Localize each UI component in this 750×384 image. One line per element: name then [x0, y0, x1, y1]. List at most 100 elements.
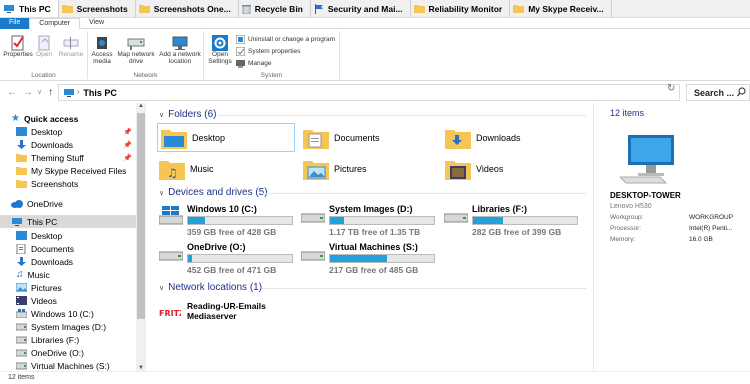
- quick-tab-this-pc[interactable]: This PC: [0, 0, 59, 17]
- sidebar-item-drive-s[interactable]: Virtual Machines (S:): [16, 359, 136, 371]
- manage-icon: [236, 60, 245, 68]
- scroll-up-icon[interactable]: ▲: [136, 103, 146, 109]
- sidebar-item-drive-f[interactable]: Libraries (F:): [16, 333, 136, 346]
- drives-header[interactable]: ∨ Devices and drives (5): [159, 187, 268, 198]
- detail-key: Workgroup:: [610, 214, 644, 221]
- sidebar-item-onedrive[interactable]: OneDrive: [11, 197, 147, 210]
- folder-music[interactable]: ♫ Music: [159, 154, 214, 183]
- gear-icon: [212, 35, 228, 51]
- sidebar-item-downloads[interactable]: Downloads 📌: [16, 138, 136, 151]
- sidebar-label: Desktop: [31, 230, 63, 241]
- sidebar-label: Pictures: [31, 282, 62, 293]
- sidebar-item-videos[interactable]: Videos: [16, 294, 136, 307]
- map-network-drive-button[interactable]: Map network drive: [115, 34, 157, 66]
- forward-icon[interactable]: →: [23, 87, 33, 98]
- tab-view[interactable]: View: [80, 18, 113, 29]
- tab-file[interactable]: File: [0, 18, 30, 29]
- pictures-icon: [16, 283, 27, 292]
- sidebar-label: Downloads: [31, 139, 74, 150]
- pin-icon[interactable]: 📌: [123, 141, 132, 149]
- quick-tab-reliability-monitor[interactable]: Reliability Monitor: [411, 0, 511, 17]
- drive-usage-bar: [329, 216, 435, 225]
- sidebar-item-skype-received[interactable]: My Skype Received Files: [16, 164, 136, 177]
- uninstall-program-button[interactable]: Uninstall or change a program: [236, 35, 335, 44]
- sidebar-item-drive-d[interactable]: System Images (D:): [16, 320, 136, 333]
- sidebar-item-music[interactable]: ♫ Music: [16, 268, 136, 281]
- tab-computer[interactable]: Computer: [29, 18, 81, 29]
- sidebar-item-pictures[interactable]: Pictures: [16, 281, 136, 294]
- quick-tab-recycle-bin[interactable]: Recycle Bin: [239, 0, 311, 17]
- sidebar-item-pc-downloads[interactable]: Downloads: [16, 255, 136, 268]
- detail-key: Memory:: [610, 236, 636, 243]
- drive-o[interactable]: OneDrive (O:) 452 GB free of 471 GB: [159, 242, 293, 275]
- folders-header[interactable]: ∨ Folders (6): [159, 109, 216, 120]
- address-bar-row: ← → ∨ ↑ › This PC ↻: [0, 81, 750, 103]
- folder-downloads[interactable]: Downloads: [445, 123, 521, 152]
- checkmark-icon: [236, 47, 245, 56]
- sidebar-item-quick-access[interactable]: ★ Quick access: [11, 112, 147, 125]
- sidebar-label: OneDrive (O:): [31, 347, 84, 358]
- refresh-icon[interactable]: ↻: [667, 83, 675, 94]
- sidebar-item-this-pc[interactable]: This PC: [0, 215, 136, 228]
- sidebar-item-drive-o[interactable]: OneDrive (O:): [16, 346, 136, 359]
- drive-c[interactable]: Windows 10 (C:) 359 GB free of 428 GB: [159, 204, 293, 237]
- sidebar-item-documents[interactable]: Documents: [16, 242, 136, 255]
- group-label-location: Location: [31, 72, 56, 79]
- sidebar-item-pc-desktop[interactable]: Desktop: [16, 229, 136, 242]
- drive-s[interactable]: Virtual Machines (S:) 217 GB free of 485…: [301, 242, 435, 275]
- quick-tab-label: Reliability Monitor: [428, 3, 503, 14]
- quick-tab-security-maintenance[interactable]: Security and Mai...: [311, 0, 411, 17]
- quick-tab-label: Screenshots: [76, 3, 128, 14]
- network-header[interactable]: ∨ Network locations (1): [159, 282, 262, 293]
- open-settings-button[interactable]: Open Settings: [206, 34, 234, 66]
- quick-tab-skype-received[interactable]: My Skype Receiv...: [510, 0, 612, 17]
- sidebar-item-drive-c[interactable]: Windows 10 (C:): [16, 307, 136, 320]
- properties-button[interactable]: Properties: [3, 34, 33, 59]
- star-icon: ★: [11, 113, 20, 124]
- sidebar-label: This PC: [27, 216, 58, 227]
- system-properties-button[interactable]: System properties: [236, 47, 300, 56]
- collapse-chevron-icon: ∨: [159, 284, 165, 292]
- address-field[interactable]: › This PC: [58, 84, 680, 101]
- folder-pictures[interactable]: Pictures: [303, 154, 367, 183]
- add-network-location-button[interactable]: Add a network location: [157, 34, 203, 66]
- rename-button[interactable]: Rename: [57, 34, 85, 59]
- pin-icon[interactable]: 📌: [123, 128, 132, 136]
- open-button[interactable]: Open: [34, 34, 54, 59]
- scrollbar-thumb[interactable]: [137, 113, 145, 319]
- quick-tab-screenshots[interactable]: Screenshots: [59, 0, 136, 17]
- folder-videos[interactable]: Videos: [445, 154, 503, 183]
- uninstall-label: Uninstall or change a program: [248, 36, 336, 43]
- recent-chevron-icon[interactable]: ∨: [37, 88, 42, 96]
- sidebar-item-theming-stuff[interactable]: Theming Stuff 📌: [16, 151, 136, 164]
- path-text: This PC: [83, 87, 117, 98]
- drive-icon: [444, 213, 468, 223]
- access-media-button[interactable]: Access media: [90, 34, 114, 66]
- ribbon-group-network: Access media Map network drive Add a net…: [88, 31, 204, 79]
- quick-tab-label: Recycle Bin: [254, 3, 303, 14]
- windows-drive-icon: [159, 206, 183, 225]
- manage-label: Manage: [248, 60, 272, 67]
- search-input[interactable]: Search ...: [686, 84, 750, 101]
- search-icon: [737, 87, 746, 97]
- sidebar-item-screenshots[interactable]: Screenshots: [16, 177, 136, 190]
- drive-f[interactable]: Libraries (F:) 282 GB free of 399 GB: [444, 204, 578, 237]
- manage-button[interactable]: Manage: [236, 59, 272, 68]
- detail-value: WORKGROUP: [689, 214, 734, 221]
- group-label-network: Network: [133, 72, 158, 79]
- network-location-item[interactable]: FRITZ! Reading-UR-Emails Mediaserver: [159, 301, 297, 323]
- status-bar: 12 items: [0, 371, 750, 384]
- properties-icon: [11, 35, 24, 51]
- sidebar-item-desktop[interactable]: Desktop 📌: [16, 125, 136, 138]
- pin-icon[interactable]: 📌: [123, 154, 132, 162]
- back-icon[interactable]: ←: [7, 87, 17, 98]
- folder-documents[interactable]: Documents: [303, 123, 380, 152]
- sidebar-scrollbar[interactable]: ▲ ▼: [136, 103, 146, 371]
- divider: [218, 115, 586, 116]
- folder-desktop[interactable]: Desktop: [157, 123, 295, 152]
- up-icon[interactable]: ↑: [48, 87, 53, 98]
- drive-d[interactable]: System Images (D:) 1.17 TB free of 1.35 …: [301, 204, 435, 237]
- drive-name: OneDrive (O:): [187, 242, 246, 252]
- quick-tab-screenshots-onedrive[interactable]: Screenshots One...: [136, 0, 239, 17]
- drive-usage-bar: [472, 216, 578, 225]
